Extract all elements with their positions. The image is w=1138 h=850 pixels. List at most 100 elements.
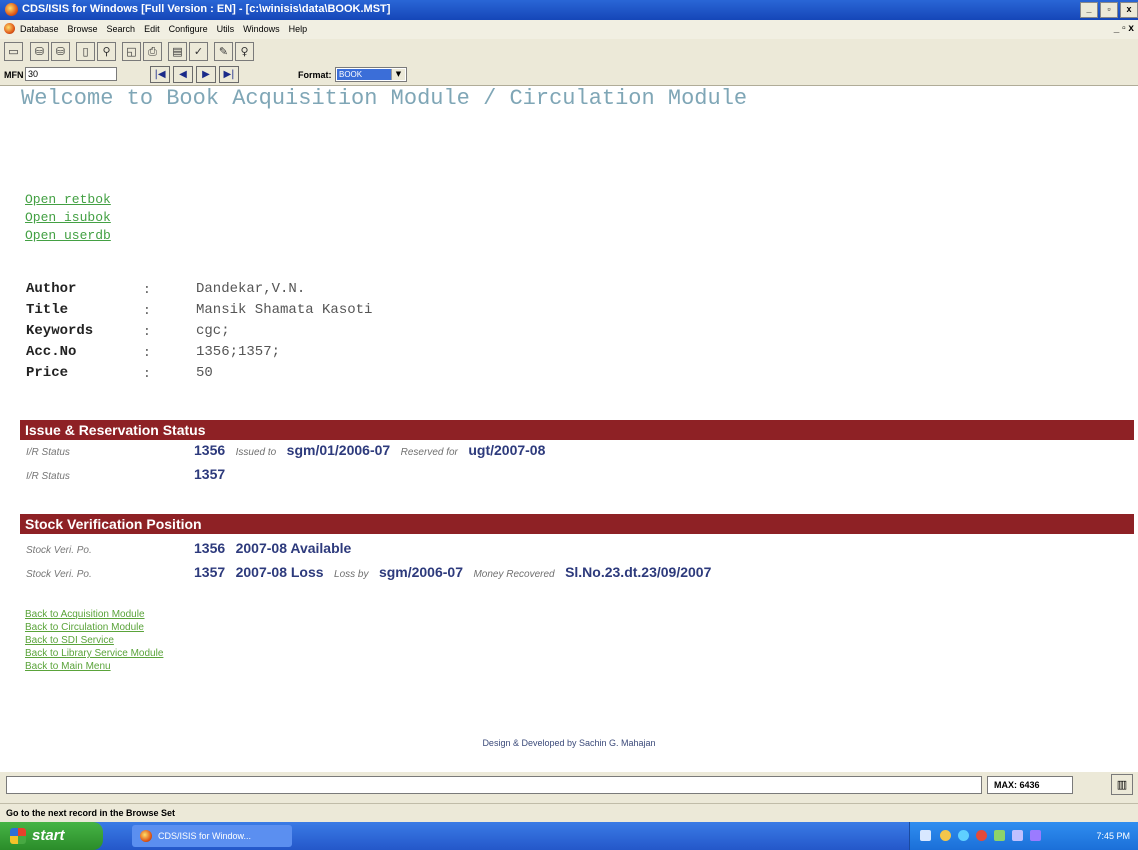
status-hint: Go to the next record in the Browse Set — [0, 803, 1138, 822]
loss-by-label: Loss by — [334, 569, 369, 580]
database-icon[interactable]: ⛁ — [30, 42, 49, 61]
money-recovered-label: Money Recovered — [473, 569, 555, 580]
document-app-icon[interactable] — [4, 23, 15, 34]
menu-configure[interactable]: Configure — [169, 24, 208, 34]
print-icon[interactable]: ⎙ — [143, 42, 162, 61]
database-alt-icon[interactable]: ⛁ — [51, 42, 70, 61]
stock-status: 2007-08 Available — [235, 540, 352, 556]
issued-to-label: Issued to — [235, 447, 277, 458]
price-label: Price — [26, 365, 69, 381]
open-folder-icon[interactable]: ▭ — [4, 42, 23, 61]
document-icon[interactable]: ▯ — [76, 42, 95, 61]
price-value: 50 — [196, 365, 213, 381]
acc-number: 1356 — [194, 540, 226, 556]
status-area: MAX: 6436 ▥ — [0, 772, 1138, 803]
app-icon — [140, 830, 152, 842]
maximize-button[interactable]: ▫ — [1100, 2, 1118, 18]
check-icon[interactable]: ✓ — [189, 42, 208, 61]
stock-veri-label: Stock Veri. Po. — [26, 569, 92, 580]
chevron-down-icon[interactable]: ▼ — [391, 69, 405, 80]
field-colon: : — [143, 282, 151, 297]
stock-verification-header: Stock Verification Position — [20, 514, 1134, 534]
next-record-button[interactable]: ▶ — [196, 66, 216, 83]
first-record-button[interactable]: |◀ — [150, 66, 170, 83]
menu-edit[interactable]: Edit — [144, 24, 160, 34]
author-value: Dandekar,V.N. — [196, 281, 306, 297]
back-to-sdi-link[interactable]: Back to SDI Service — [25, 635, 114, 646]
back-to-acquisition-link[interactable]: Back to Acquisition Module — [25, 609, 145, 620]
search-docs-icon[interactable]: ⚲ — [97, 42, 116, 61]
taskbar-item-cdsisis[interactable]: CDS/ISIS for Window... — [132, 825, 292, 847]
help-tray-icon[interactable] — [920, 830, 931, 841]
back-to-library-service-link[interactable]: Back to Library Service Module — [25, 648, 163, 659]
pencil-icon[interactable]: ✎ — [214, 42, 233, 61]
keywords-value: cgc; — [196, 323, 230, 339]
print-preview-icon[interactable]: ◱ — [122, 42, 141, 61]
reserved-for-value: ugt/2007-08 — [468, 442, 546, 458]
acc-number: 1356 — [194, 442, 226, 458]
menu-windows[interactable]: Windows — [243, 24, 280, 34]
book-icon[interactable]: ▥ — [1111, 774, 1133, 795]
security-tray-icon[interactable] — [976, 830, 987, 841]
field-colon: : — [143, 324, 151, 339]
mdi-window-controls[interactable]: _ ▫ x — [1114, 23, 1134, 34]
menu-search[interactable]: Search — [107, 24, 136, 34]
title-label: Title — [26, 302, 69, 318]
start-label: start — [32, 827, 65, 844]
stock-veri-row: 1357 2007-08 Loss Loss by sgm/2006-07 Mo… — [194, 564, 711, 582]
start-button[interactable]: start — [0, 822, 103, 850]
clock: 7:45 PM — [1096, 831, 1130, 841]
minimize-button[interactable]: _ — [1080, 2, 1098, 18]
previous-record-button[interactable]: ◀ — [173, 66, 193, 83]
money-recovered-value: Sl.No.23.dt.23/09/2007 — [565, 564, 712, 580]
ir-status-row: 1356 Issued to sgm/01/2006-07 Reserved f… — [194, 442, 545, 460]
open-userdb-link[interactable]: Open userdb — [25, 228, 111, 243]
acc-number: 1357 — [194, 466, 226, 482]
app-icon — [5, 3, 18, 16]
windows-logo-icon — [10, 828, 26, 844]
back-to-circulation-link[interactable]: Back to Circulation Module — [25, 622, 144, 633]
last-record-button[interactable]: ▶| — [219, 66, 239, 83]
volume-tray-icon[interactable] — [1030, 830, 1041, 841]
toolbar: ▭ ⛁ ⛁ ▯ ⚲ ◱ ⎙ ▤ ✓ ✎ ♀ — [0, 39, 1138, 65]
close-button[interactable]: x — [1120, 2, 1138, 18]
keywords-label: Keywords — [26, 323, 94, 339]
form-icon[interactable]: ▤ — [168, 42, 187, 61]
mfn-label: MFN — [4, 70, 24, 80]
format-value: BOOK — [337, 69, 391, 80]
menu-browse[interactable]: Browse — [68, 24, 98, 34]
author-label: Author — [26, 281, 77, 297]
ir-status-row: 1357 — [194, 466, 225, 484]
field-colon: : — [143, 303, 151, 318]
open-isubok-link[interactable]: Open isubok — [25, 210, 111, 225]
acc-number: 1357 — [194, 564, 226, 580]
menu-utils[interactable]: Utils — [217, 24, 235, 34]
field-colon: : — [143, 345, 151, 360]
issued-to-value: sgm/01/2006-07 — [286, 442, 391, 458]
window-title: CDS/ISIS for Windows [Full Version : EN]… — [22, 3, 391, 15]
status-field — [6, 776, 982, 794]
mfn-input[interactable]: 30 — [25, 67, 117, 81]
open-retbok-link[interactable]: Open retbok — [25, 192, 111, 207]
back-to-main-menu-link[interactable]: Back to Main Menu — [25, 661, 111, 672]
reserved-for-label: Reserved for — [400, 447, 458, 458]
developer-credit: Design & Developed by Sachin G. Mahajan — [482, 738, 656, 748]
field-colon: : — [143, 366, 151, 381]
network-tray-icon[interactable] — [940, 830, 951, 841]
lightbulb-icon[interactable]: ♀ — [235, 42, 254, 61]
monitor-tray-icon[interactable] — [1012, 830, 1023, 841]
ir-status-label: I/R Status — [26, 471, 70, 482]
loss-by-value: sgm/2006-07 — [378, 564, 463, 580]
stock-veri-label: Stock Veri. Po. — [26, 545, 92, 556]
format-select[interactable]: BOOK ▼ — [335, 67, 407, 82]
app-tray-icon[interactable] — [994, 830, 1005, 841]
taskbar: start CDS/ISIS for Window... 7:45 PM — [0, 822, 1138, 850]
acc-no-value: 1356;1357; — [196, 344, 281, 360]
max-records: MAX: 6436 — [987, 776, 1073, 794]
ir-status-label: I/R Status — [26, 447, 70, 458]
title-value: Mansik Shamata Kasoti — [196, 302, 373, 318]
update-tray-icon[interactable] — [958, 830, 969, 841]
menu-database[interactable]: Database — [20, 24, 59, 34]
title-bar[interactable]: CDS/ISIS for Windows [Full Version : EN]… — [0, 0, 1138, 20]
menu-help[interactable]: Help — [289, 24, 308, 34]
